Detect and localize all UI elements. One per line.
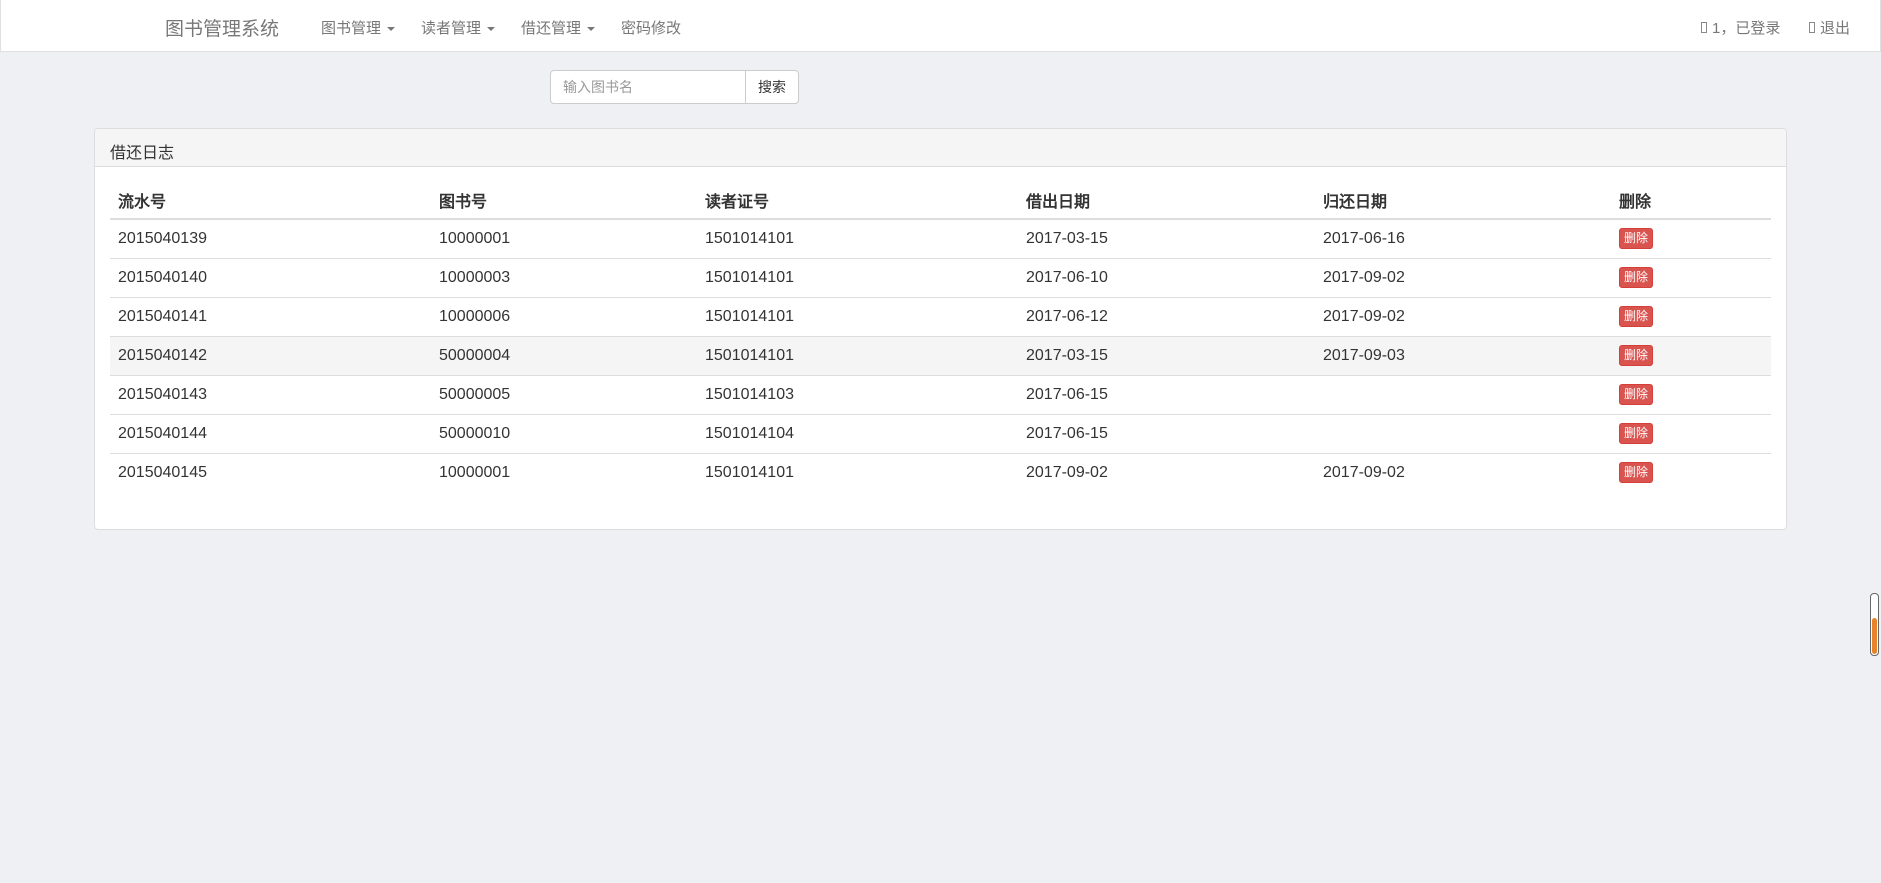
cell-delete: 删除	[1611, 374, 1771, 414]
logout-label: 退出	[1820, 20, 1851, 37]
panel-title: 借还日志	[95, 129, 1786, 167]
table-header-row: 流水号 图书号 读者证号 借出日期 归还日期 删除	[110, 181, 1771, 220]
cell-return-date: 2017-09-02	[1315, 257, 1611, 297]
cell-reader-id: 1501014101	[697, 257, 1018, 297]
cell-return-date	[1315, 374, 1611, 414]
nav-lending-management[interactable]: 借还管理	[521, 17, 596, 38]
cell-lend-date: 2017-03-15	[1018, 335, 1315, 375]
cell-book-id: 10000003	[431, 257, 697, 297]
cell-serial: 2015040139	[110, 218, 431, 258]
user-icon	[1701, 22, 1707, 33]
nav-book-management[interactable]: 图书管理	[321, 17, 396, 38]
table-row: 2015040139 10000001 1501014101 2017-03-1…	[110, 218, 1771, 258]
caret-down-icon	[487, 26, 496, 31]
cell-reader-id: 1501014101	[697, 452, 1018, 492]
delete-button[interactable]: 删除	[1619, 306, 1654, 327]
cell-reader-id: 1501014101	[697, 218, 1018, 258]
cell-delete: 删除	[1611, 218, 1771, 258]
cell-return-date	[1315, 413, 1611, 453]
cell-serial: 2015040141	[110, 296, 431, 336]
column-header-book-id: 图书号	[431, 181, 697, 220]
table-row: 2015040140 10000003 1501014101 2017-06-1…	[110, 257, 1771, 297]
column-header-return-date: 归还日期	[1315, 181, 1611, 220]
cell-book-id: 50000010	[431, 413, 697, 453]
table-row: 2015040145 10000001 1501014101 2017-09-0…	[110, 452, 1771, 492]
nav-lending-management-label: 借还管理	[521, 20, 582, 37]
cell-book-id: 10000001	[431, 218, 697, 258]
column-header-delete: 删除	[1611, 181, 1771, 220]
cell-reader-id: 1501014104	[697, 413, 1018, 453]
nav-reader-management[interactable]: 读者管理	[421, 17, 496, 38]
cell-reader-id: 1501014103	[697, 374, 1018, 414]
cell-delete: 删除	[1611, 335, 1771, 375]
cell-lend-date: 2017-06-12	[1018, 296, 1315, 336]
cell-return-date: 2017-09-02	[1315, 296, 1611, 336]
lending-log-panel: 借还日志 流水号 图书号 读者证号 借出日期 归还日期 删除 201504013…	[94, 128, 1787, 530]
cell-serial: 2015040140	[110, 257, 431, 297]
cell-lend-date: 2017-06-15	[1018, 413, 1315, 453]
table-row: 2015040142 50000004 1501014101 2017-03-1…	[110, 335, 1771, 375]
delete-button[interactable]: 删除	[1619, 462, 1654, 484]
search-input[interactable]	[550, 70, 746, 104]
cell-return-date: 2017-06-16	[1315, 218, 1611, 258]
column-header-serial: 流水号	[110, 181, 431, 220]
cell-book-id: 50000005	[431, 374, 697, 414]
cell-lend-date: 2017-03-15	[1018, 218, 1315, 258]
table-row: 2015040144 50000010 1501014104 2017-06-1…	[110, 413, 1771, 453]
brand-title[interactable]: 图书管理系统	[165, 14, 279, 41]
cell-delete: 删除	[1611, 296, 1771, 336]
caret-down-icon	[387, 26, 396, 31]
table-row: 2015040141 10000006 1501014101 2017-06-1…	[110, 296, 1771, 336]
column-header-lend-date: 借出日期	[1018, 181, 1315, 220]
cell-reader-id: 1501014101	[697, 335, 1018, 375]
delete-button[interactable]: 删除	[1619, 345, 1654, 366]
delete-button[interactable]: 删除	[1619, 384, 1654, 405]
cell-return-date: 2017-09-02	[1315, 452, 1611, 492]
cell-reader-id: 1501014101	[697, 296, 1018, 336]
cell-book-id: 10000001	[431, 452, 697, 492]
delete-button[interactable]: 删除	[1619, 228, 1654, 250]
nav-book-management-label: 图书管理	[321, 20, 382, 37]
cell-delete: 删除	[1611, 413, 1771, 453]
cell-serial: 2015040142	[110, 335, 431, 375]
cell-delete: 删除	[1611, 257, 1771, 297]
caret-down-icon	[587, 26, 596, 31]
nav-password-change-label: 密码修改	[621, 20, 682, 37]
table-row: 2015040143 50000005 1501014103 2017-06-1…	[110, 374, 1771, 414]
nav-password-change[interactable]: 密码修改	[621, 17, 681, 38]
cell-serial: 2015040145	[110, 452, 431, 492]
logout-link[interactable]: 退出	[1809, 17, 1850, 38]
cell-book-id: 10000006	[431, 296, 697, 336]
cell-lend-date: 2017-09-02	[1018, 452, 1315, 492]
cell-book-id: 50000004	[431, 335, 697, 375]
cell-lend-date: 2017-06-15	[1018, 374, 1315, 414]
top-navbar: 图书管理系统 图书管理 读者管理 借还管理 密码修改 1，已登录 退出	[0, 0, 1881, 52]
scroll-indicator-fill	[1872, 618, 1877, 654]
logout-icon	[1809, 22, 1815, 33]
scroll-indicator[interactable]	[1870, 593, 1879, 656]
delete-button[interactable]: 删除	[1619, 267, 1654, 288]
nav-reader-management-label: 读者管理	[421, 20, 482, 37]
cell-lend-date: 2017-06-10	[1018, 257, 1315, 297]
column-header-reader-id: 读者证号	[697, 181, 1018, 220]
cell-return-date: 2017-09-03	[1315, 335, 1611, 375]
cell-serial: 2015040143	[110, 374, 431, 414]
lending-log-table: 流水号 图书号 读者证号 借出日期 归还日期 删除 2015040139 100…	[110, 181, 1771, 492]
search-button[interactable]: 搜索	[745, 70, 799, 104]
delete-button[interactable]: 删除	[1619, 423, 1654, 444]
user-status[interactable]: 1，已登录	[1701, 17, 1780, 38]
cell-delete: 删除	[1611, 452, 1771, 492]
user-status-label: 1，已登录	[1712, 20, 1781, 37]
cell-serial: 2015040144	[110, 413, 431, 453]
